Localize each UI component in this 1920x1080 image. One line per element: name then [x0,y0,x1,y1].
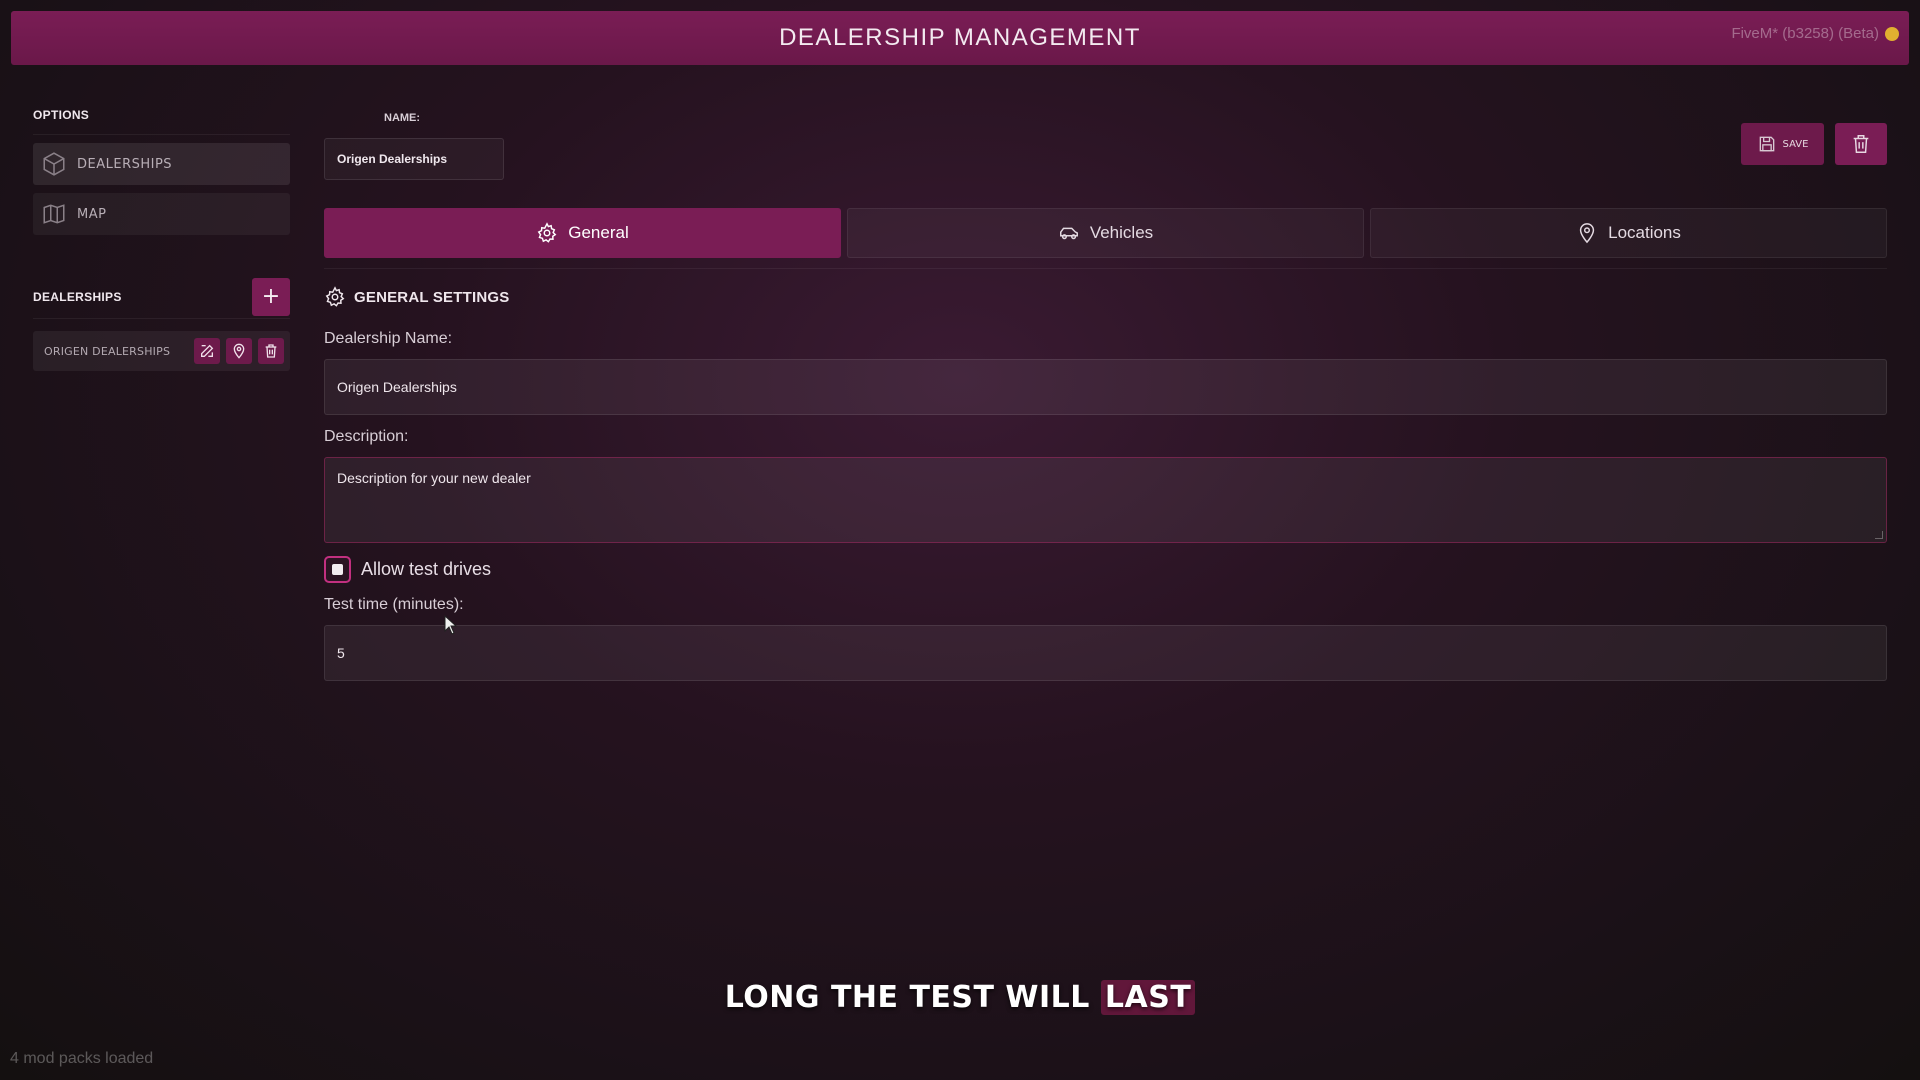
test-time-label: Test time (minutes): [324,596,464,613]
description-textarea[interactable]: Description for your new dealer [324,457,1887,543]
sidebar-item-label: MAP [77,206,107,222]
general-settings-header: GENERAL SETTINGS [324,286,509,308]
allow-test-drives-row: Allow test drives [324,556,491,583]
tab-vehicles[interactable]: Vehicles [847,208,1364,258]
tab-label: Vehicles [1089,223,1154,242]
trash-icon [265,344,277,358]
subtitle-highlight: LAST [1100,980,1196,1015]
resize-grip[interactable] [1875,531,1883,539]
save-button[interactable]: SAVE [1741,123,1824,165]
dealership-list-item[interactable]: ORIGEN DEALERSHIPS [33,331,290,371]
dealerships-section-title: DEALERSHIPS [33,289,122,304]
car-icon [1059,227,1078,240]
tab-label: Locations [1608,223,1681,242]
fivem-version-badge: FiveM* (b3258) (Beta) [1731,25,1899,42]
mouse-cursor-icon [444,615,458,635]
dealership-location-button[interactable] [226,338,252,364]
add-dealership-button[interactable]: + [252,277,290,316]
fivem-logo-icon [1885,26,1899,41]
video-subtitle: LONG THE TEST WILL LAST [0,980,1920,1015]
gear-icon [537,222,557,243]
test-time-input[interactable]: 5 [324,625,1887,681]
tabs-divider [324,268,1887,269]
subtitle-text: LONG THE TEST WILL [724,980,1090,1015]
location-pin-icon [1579,223,1595,244]
map-icon [43,204,65,224]
title-bar: DEALERSHIP MANAGEMENT FiveM* (b3258) (Be… [11,11,1909,65]
delete-dealership-button[interactable] [258,338,284,364]
tab-label: General [568,223,629,242]
page-title: DEALERSHIP MANAGEMENT [779,24,1141,51]
name-display-field[interactable]: Origen Dealerships [324,138,504,180]
fivem-version-text: FiveM* (b3258) (Beta) [1731,25,1879,42]
options-section-title: OPTIONS [33,108,290,135]
location-pin-icon [233,343,245,359]
save-icon [1759,136,1774,152]
cube-icon [43,152,65,176]
tab-bar: General Vehicles Locations [324,208,1887,258]
save-button-label: SAVE [1782,138,1809,150]
section-title: GENERAL SETTINGS [354,288,510,306]
dealership-name: ORIGEN DEALERSHIPS [44,344,171,358]
sidebar-item-map[interactable]: MAP [33,193,290,235]
dealership-name-label: Dealership Name: [324,330,453,347]
tab-general[interactable]: General [324,208,841,258]
sidebar-item-label: DEALERSHIPS [77,156,173,172]
dealership-name-input[interactable]: Origen Dealerships [324,359,1887,415]
description-text: Description for your new dealer [337,470,531,486]
checkbox-checked-mark [332,564,343,575]
delete-button[interactable] [1835,123,1887,165]
name-label: NAME: [384,112,421,124]
allow-test-drives-label: Allow test drives [361,559,492,579]
edit-dealership-button[interactable] [194,338,220,364]
tab-locations[interactable]: Locations [1370,208,1887,258]
sidebar: OPTIONS DEALERSHIPS MAP DEALERSHIPS + OR… [33,108,290,371]
description-label: Description: [324,428,409,445]
allow-test-drives-checkbox[interactable] [324,556,351,583]
gear-icon [325,286,345,307]
sidebar-item-dealerships[interactable]: DEALERSHIPS [33,143,290,185]
mods-loaded-status: 4 mod packs loaded [10,1050,154,1067]
dealerships-section-header: DEALERSHIPS + [33,277,290,319]
trash-icon [1853,135,1869,153]
edit-icon [201,344,214,357]
